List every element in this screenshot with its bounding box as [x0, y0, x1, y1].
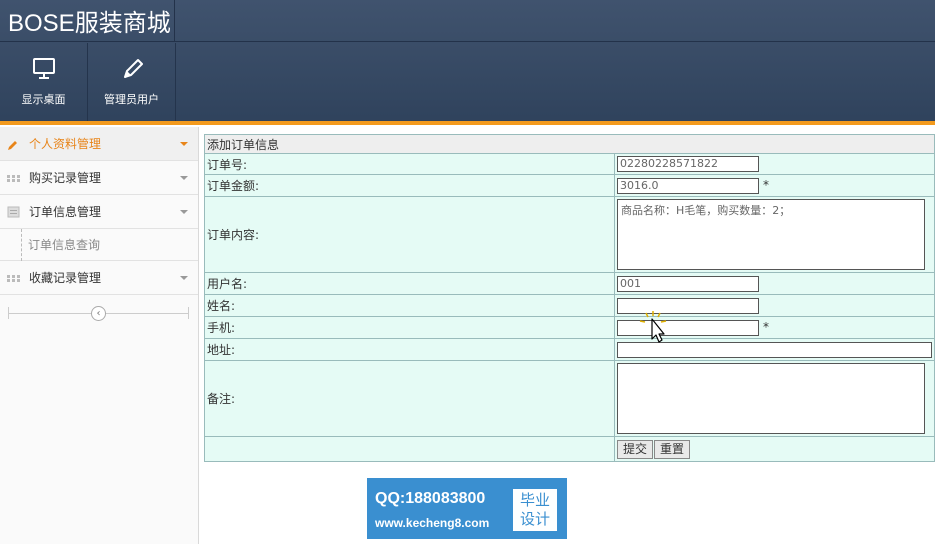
submit-button[interactable]: 提交 — [617, 439, 654, 459]
watermark-tag-line2: 设计 — [519, 510, 550, 528]
app-title: BOSE服装商城 — [8, 10, 171, 37]
watermark-badge: QQ:188083800 www.kecheng8.com 毕业 设计 — [367, 478, 567, 539]
chevron-left-icon: ‹ — [96, 308, 101, 319]
sidebar-item-label: 订单信息管理 — [29, 205, 102, 219]
table-row: 提交 重置 — [204, 436, 935, 462]
reset-button[interactable]: 重置 — [654, 439, 691, 459]
mouse-cursor-icon — [639, 311, 667, 343]
sidebar-item-label: 购买记录管理 — [29, 171, 102, 185]
sidebar-item-label: 个人资料管理 — [29, 137, 102, 151]
name-label: 姓名: — [204, 294, 615, 317]
table-row: 订单金额: 3016.0 * — [204, 174, 935, 197]
collapse-sidebar-button[interactable]: ‹ — [91, 306, 106, 321]
watermark-qq: QQ:188083800 — [375, 490, 486, 507]
grid-icon — [7, 275, 20, 282]
watermark-tag-line1: 毕业 — [519, 491, 550, 509]
remark-textarea[interactable] — [617, 363, 925, 434]
sidebar-item-orders[interactable]: 订单信息管理 — [0, 195, 198, 229]
username-label: 用户名: — [204, 272, 615, 295]
document-icon — [7, 206, 20, 218]
pencil-icon — [8, 141, 17, 150]
sidebar-item-label: 收藏记录管理 — [29, 271, 102, 285]
content-textarea[interactable]: 商品名称：H毛笔，购买数量：2； — [617, 199, 925, 270]
remark-label: 备注: — [204, 360, 615, 437]
sidebar: 个人资料管理 购买记录管理 订单信息管理 订单信息查询 收藏记录管理 ‹ — [0, 127, 199, 544]
chevron-down-icon — [180, 276, 188, 280]
table-row: 订单号: 02280228571822 — [204, 153, 935, 175]
username-input[interactable]: 001 — [617, 275, 759, 292]
amount-input[interactable]: 3016.0 — [617, 177, 759, 194]
grid-icon — [7, 175, 20, 182]
watermark-tag: 毕业 设计 — [513, 489, 557, 531]
table-row: 地址: — [204, 338, 935, 361]
collapse-line-right — [188, 307, 189, 319]
table-row: 备注: — [204, 360, 935, 437]
table-row: 姓名: — [204, 294, 935, 317]
monitor-icon — [32, 58, 55, 79]
order-no-input[interactable]: 02280228571822 — [617, 156, 759, 172]
chevron-down-icon — [180, 210, 188, 214]
sidebar-item-favorites[interactable]: 收藏记录管理 — [0, 261, 198, 295]
brand-divider — [174, 0, 175, 42]
sidebar-collapse-row: ‹ — [0, 295, 198, 331]
required-marker: * — [763, 320, 769, 334]
sidebar-item-purchases[interactable]: 购买记录管理 — [0, 161, 198, 195]
table-row: 手机: * — [204, 316, 935, 339]
show-desktop-button[interactable]: 显示桌面 — [0, 43, 88, 122]
required-marker: * — [763, 178, 769, 192]
brand-bar: BOSE服装商城 — [0, 0, 935, 42]
phone-label: 手机: — [204, 316, 615, 339]
table-row: 用户名: 001 — [204, 272, 935, 295]
order-form-table: 添加订单信息 订单号: 02280228571822 订单金额: 3016.0 *… — [204, 134, 935, 462]
order-no-label: 订单号: — [204, 153, 615, 175]
content-label: 订单内容: — [204, 196, 615, 273]
table-row: 订单内容: 商品名称：H毛笔，购买数量：2； — [204, 196, 935, 273]
address-label: 地址: — [204, 338, 615, 361]
watermark-url: www.kecheng8.com — [375, 516, 490, 530]
actions-label-cell — [204, 436, 615, 462]
admin-user-button[interactable]: 管理员用户 — [88, 43, 176, 122]
app-header: BOSE服装商城 显示桌面 管理员用户 — [0, 0, 935, 125]
form-caption: 添加订单信息 — [204, 134, 935, 154]
admin-user-label: 管理员用户 — [104, 93, 159, 106]
amount-label: 订单金额: — [204, 174, 615, 197]
chevron-down-icon — [180, 142, 188, 146]
sidebar-subitem-label: 订单信息查询 — [28, 238, 101, 252]
collapse-line-left — [8, 307, 9, 319]
sidebar-subitem-order-query[interactable]: 订单信息查询 — [0, 229, 198, 261]
order-form: 添加订单信息 订单号: 02280228571822 订单金额: 3016.0 *… — [204, 134, 935, 462]
show-desktop-label: 显示桌面 — [21, 93, 66, 106]
sidebar-item-profile[interactable]: 个人资料管理 — [0, 127, 198, 161]
header-accent-line — [0, 121, 935, 125]
pencil-icon — [123, 59, 143, 78]
chevron-down-icon — [180, 176, 188, 180]
form-caption-row: 添加订单信息 — [204, 134, 935, 154]
tree-line — [21, 229, 22, 261]
